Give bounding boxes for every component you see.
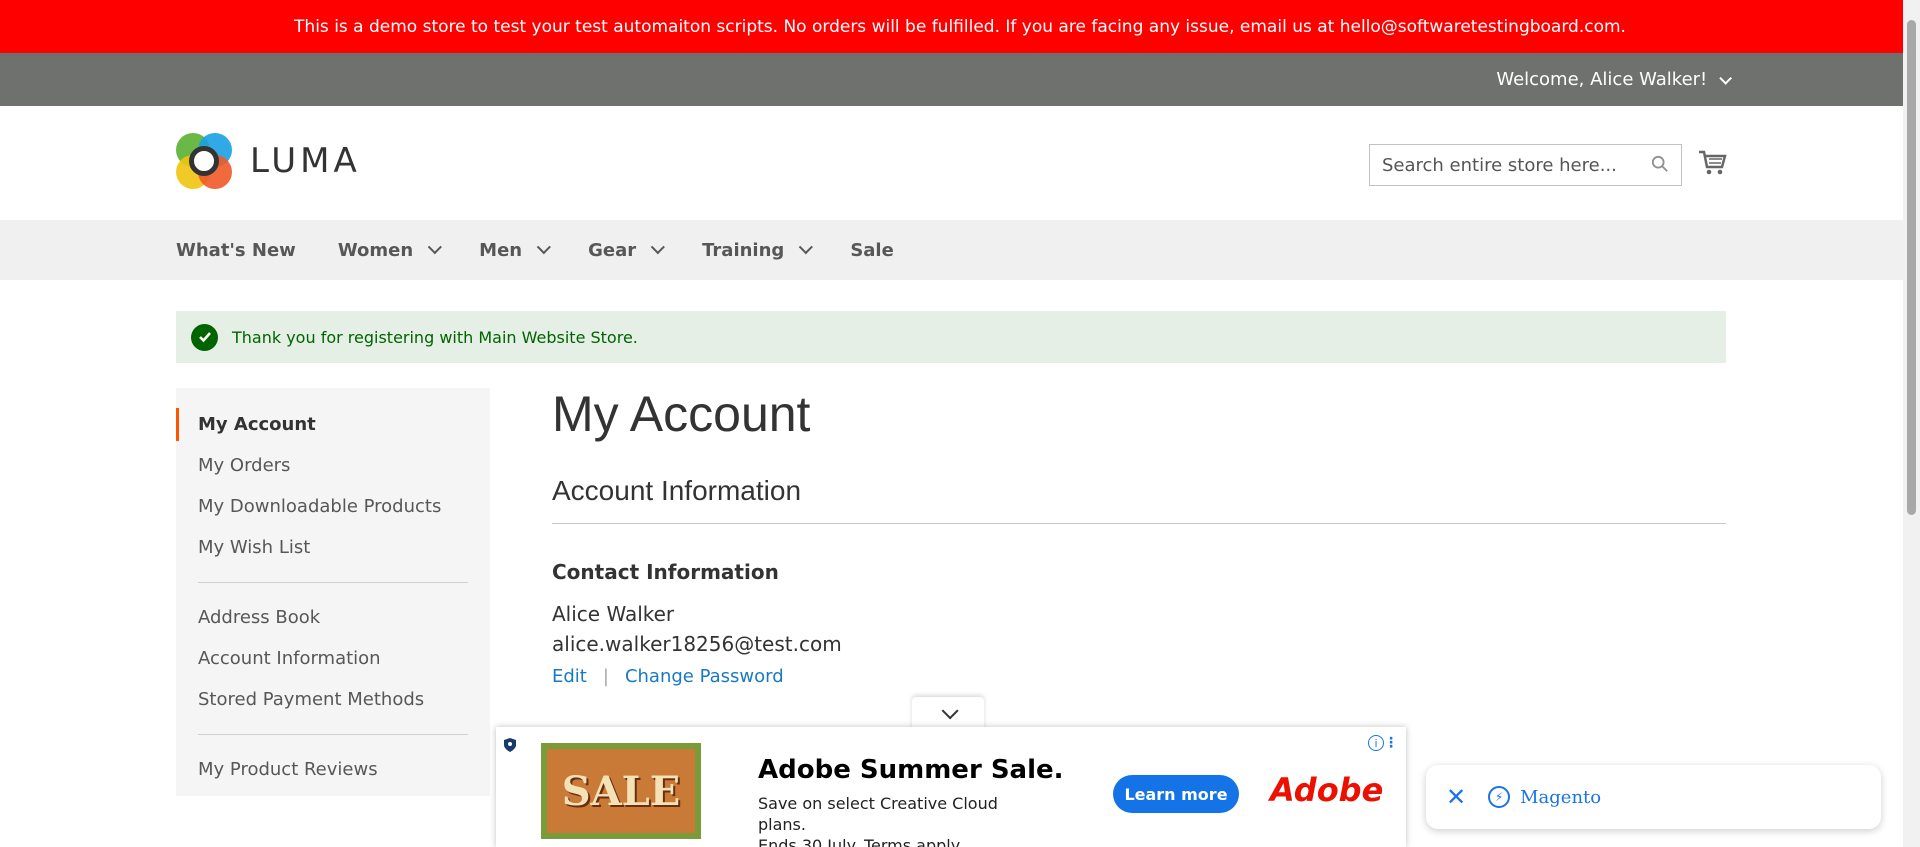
sidebar-item-my-account: My Account xyxy=(176,404,490,445)
more-vertical-icon[interactable]: ⋮ xyxy=(1384,735,1398,751)
action-separator: | xyxy=(602,666,609,687)
contact-information-title: Contact Information xyxy=(552,560,779,584)
sidebar-item-address-book[interactable]: Address Book xyxy=(176,597,490,638)
nav-item-label: Gear xyxy=(588,239,637,261)
ad-body-line: Ends 30 July. Terms apply. xyxy=(758,836,963,847)
edit-link[interactable]: Edit xyxy=(552,666,587,687)
top-bar: Welcome, Alice Walker! xyxy=(0,53,1920,106)
ad-headline: Adobe Summer Sale. xyxy=(758,755,1064,785)
nav-item-label: Women xyxy=(337,239,414,261)
sidebar-item-wish-list[interactable]: My Wish List xyxy=(176,527,490,568)
success-message-text: Thank you for registering with Main Webs… xyxy=(232,327,638,347)
customer-welcome-menu[interactable]: Welcome, Alice Walker! xyxy=(1496,69,1732,90)
nav-item-training[interactable]: Training xyxy=(702,239,814,261)
success-message: Thank you for registering with Main Webs… xyxy=(176,311,1726,363)
luma-logo-icon xyxy=(176,133,232,189)
checkmark-icon xyxy=(191,323,218,351)
luma-logo[interactable]: LUMA xyxy=(176,133,361,189)
account-main-content: My Account Account Information Contact I… xyxy=(552,385,1726,687)
bolt-icon: ⚡ xyxy=(1488,786,1511,808)
change-password-link[interactable]: Change Password xyxy=(625,666,784,687)
demo-store-banner: This is a demo store to test your test a… xyxy=(0,0,1920,53)
ad-sale-image: SALE xyxy=(541,743,701,839)
ad-image-text: SALE xyxy=(561,767,681,815)
contact-name: Alice Walker xyxy=(552,602,675,626)
search-icon[interactable] xyxy=(1651,155,1669,173)
nav-item-men[interactable]: Men xyxy=(479,239,552,261)
cart-icon[interactable] xyxy=(1697,147,1727,177)
nav-item-gear[interactable]: Gear xyxy=(588,239,666,261)
sidebar-item-label: My Product Reviews xyxy=(198,759,378,780)
ad-collapse-toggle[interactable] xyxy=(912,697,984,729)
welcome-text: Welcome, Alice Walker! xyxy=(1496,69,1708,90)
scrollbar-thumb[interactable] xyxy=(1907,20,1916,515)
search-input[interactable]: Search entire store here... xyxy=(1369,144,1682,186)
sidebar-item-label: Address Book xyxy=(198,607,321,628)
contact-actions: Edit | Change Password xyxy=(552,666,1726,687)
chevron-down-icon xyxy=(941,702,959,720)
search-placeholder: Search entire store here... xyxy=(1382,154,1617,176)
nav-item-label: What's New xyxy=(176,239,296,261)
adobe-ad-banner[interactable]: SALE Adobe Summer Sale. Save on select C… xyxy=(496,727,1406,847)
account-sidebar: My Account My Orders My Downloadable Pro… xyxy=(176,388,490,796)
nav-item-label: Sale xyxy=(850,239,894,261)
page-title: My Account xyxy=(552,386,811,442)
section-title-account-information: Account Information xyxy=(552,475,1726,524)
sidebar-item-product-reviews[interactable]: My Product Reviews xyxy=(176,749,490,790)
sidebar-item-my-orders[interactable]: My Orders xyxy=(176,445,490,486)
sidebar-item-label: My Wish List xyxy=(198,537,311,558)
chevron-down-icon xyxy=(1719,72,1732,85)
sidebar-item-label: My Orders xyxy=(198,455,291,476)
nav-item-label: Men xyxy=(479,239,523,261)
chevron-down-icon xyxy=(427,240,443,255)
sidebar-divider xyxy=(198,734,468,735)
chevron-down-icon xyxy=(650,240,666,255)
sidebar-item-label: Account Information xyxy=(198,648,381,669)
magento-link[interactable]: Magento xyxy=(1520,787,1601,808)
close-icon[interactable]: ✕ xyxy=(1446,783,1466,811)
sidebar-item-account-information[interactable]: Account Information xyxy=(176,638,490,679)
info-icon[interactable]: i xyxy=(1368,735,1384,751)
sidebar-item-label: My Account xyxy=(198,414,316,435)
ad-brand-logo: Adobe xyxy=(1270,771,1384,809)
sidebar-item-stored-payment-methods[interactable]: Stored Payment Methods xyxy=(176,679,490,720)
logo-text: LUMA xyxy=(250,141,361,181)
ad-body: Save on select Creative Cloud plans. End… xyxy=(758,793,1038,847)
nav-item-women[interactable]: Women xyxy=(337,239,443,261)
nav-item-label: Training xyxy=(702,239,785,261)
main-navigation: What's New Women Men Gear Training Sale xyxy=(0,220,1920,280)
sidebar-divider xyxy=(198,582,468,583)
ad-body-line: Save on select Creative Cloud plans. xyxy=(758,794,998,834)
nav-item-whats-new[interactable]: What's New xyxy=(176,240,296,261)
shield-icon xyxy=(504,738,516,752)
sidebar-item-downloadable-products[interactable]: My Downloadable Products xyxy=(176,486,490,527)
chevron-down-icon xyxy=(799,240,814,255)
page-scrollbar[interactable] xyxy=(1903,0,1920,847)
sidebar-item-label: My Downloadable Products xyxy=(198,496,442,517)
nav-item-sale[interactable]: Sale xyxy=(850,240,894,261)
contact-email: alice.walker18256@test.com xyxy=(552,632,842,656)
magento-floating-pill: ✕ ⚡ Magento xyxy=(1426,765,1881,829)
sidebar-item-label: Stored Payment Methods xyxy=(198,689,425,710)
learn-more-button[interactable]: Learn more xyxy=(1113,775,1239,813)
demo-banner-text: This is a demo store to test your test a… xyxy=(294,16,1626,37)
chevron-down-icon xyxy=(536,240,552,255)
